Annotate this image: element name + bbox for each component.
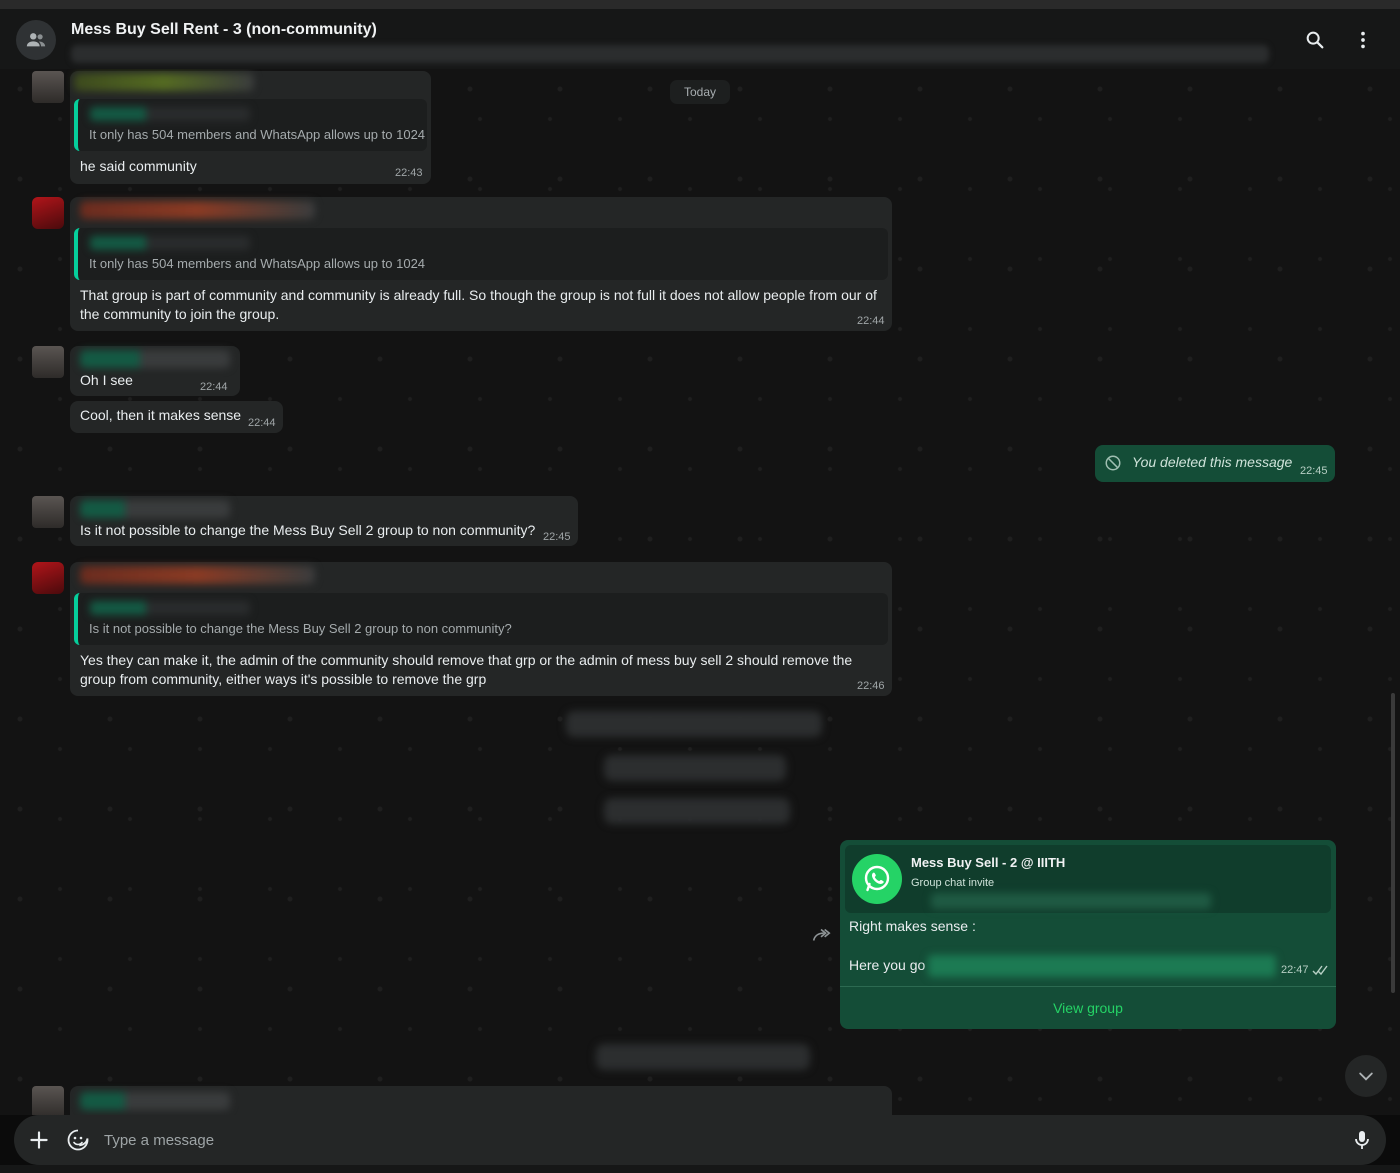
sticker-button[interactable]: [66, 1128, 90, 1152]
plus-icon: [30, 1131, 48, 1149]
system-notice-redacted: [596, 1044, 810, 1070]
forward-button[interactable]: [810, 924, 832, 946]
double-check-icon: [1312, 965, 1328, 976]
quoted-sender-redacted: [90, 601, 250, 615]
whatsapp-logo: [852, 854, 902, 904]
scroll-to-bottom-button[interactable]: [1345, 1055, 1387, 1097]
voice-message-button[interactable]: [1350, 1128, 1374, 1152]
message-time: 22:47: [1281, 964, 1309, 976]
message-time: 22:43: [395, 167, 423, 179]
quoted-message[interactable]: It only has 504 members and WhatsApp all…: [74, 228, 888, 280]
message-text: Right makes sense :: [849, 918, 976, 934]
quoted-sender-redacted: [90, 236, 250, 250]
quoted-text: It only has 504 members and WhatsApp all…: [89, 256, 426, 271]
date-divider: Today: [670, 80, 731, 104]
message-bubble[interactable]: [70, 1086, 892, 1115]
mic-icon: [1355, 1131, 1369, 1149]
message-time: 22:45: [1300, 465, 1328, 477]
message-bubble[interactable]: It only has 504 members and WhatsApp all…: [70, 197, 892, 331]
sender-name-redacted: [80, 1092, 230, 1110]
chevron-down-icon: [1359, 1072, 1373, 1081]
avatar[interactable]: [32, 562, 64, 594]
view-group-button[interactable]: View group: [840, 987, 1336, 1029]
search-button[interactable]: [1302, 27, 1328, 53]
message-text: Cool, then it makes sense: [80, 407, 242, 423]
deleted-message-text: You deleted this message: [1132, 454, 1293, 470]
avatar[interactable]: [32, 1086, 64, 1115]
attach-button[interactable]: [26, 1127, 52, 1153]
sender-name-redacted: [80, 500, 230, 518]
message-composer[interactable]: [14, 1115, 1386, 1165]
avatar[interactable]: [32, 346, 64, 378]
message-time: 22:44: [248, 417, 276, 429]
forward-icon: [812, 928, 831, 941]
deleted-message-bubble[interactable]: You deleted this message 22:45: [1095, 445, 1335, 482]
system-notice-redacted: [566, 711, 822, 737]
search-icon: [1306, 31, 1324, 49]
message-bubble[interactable]: Oh I see 22:44: [70, 346, 240, 396]
message-input[interactable]: [104, 1124, 1304, 1156]
window-top-strip: [0, 0, 1400, 9]
participants-list-redacted: [71, 45, 1269, 63]
chat-header[interactable]: Mess Buy Sell Rent - 3 (non-community): [0, 9, 1400, 69]
quoted-message[interactable]: It only has 504 members and WhatsApp all…: [74, 99, 427, 151]
invite-group-name: Mess Buy Sell - 2 @ IIITH: [911, 855, 1066, 870]
sender-name-redacted: [80, 350, 230, 368]
quoted-message[interactable]: Is it not possible to change the Mess Bu…: [74, 593, 888, 645]
message-bubble[interactable]: Cool, then it makes sense 22:44: [70, 401, 283, 433]
message-time: 22:44: [857, 315, 885, 327]
sender-name-redacted: [80, 566, 315, 584]
window-bottom-strip: [0, 1165, 1400, 1173]
message-text: he said community: [80, 158, 197, 174]
group-invite-message[interactable]: Mess Buy Sell - 2 @ IIITH Group chat inv…: [840, 840, 1336, 1029]
system-notice-redacted: [604, 755, 786, 781]
message-text: Here you go: [849, 957, 926, 973]
message-text: Oh I see: [80, 372, 133, 388]
message-text: That group is part of community and comm…: [80, 287, 877, 322]
message-text: Yes they can make it, the admin of the c…: [80, 652, 853, 687]
quoted-text: Is it not possible to change the Mess Bu…: [89, 621, 512, 636]
message-time: 22:45: [543, 531, 571, 543]
avatar[interactable]: [32, 71, 64, 103]
avatar[interactable]: [32, 197, 64, 229]
message-bubble[interactable]: It only has 504 members and WhatsApp all…: [70, 71, 431, 184]
group-invite-card[interactable]: Mess Buy Sell - 2 @ IIITH Group chat inv…: [845, 845, 1331, 913]
message-text: Is it not possible to change the Mess Bu…: [80, 522, 536, 538]
message-bubble[interactable]: Is it not possible to change the Mess Bu…: [70, 562, 892, 696]
message-time: 22:46: [857, 680, 885, 692]
group-icon: [26, 33, 46, 47]
quoted-text: It only has 504 members and WhatsApp all…: [89, 127, 426, 142]
invite-subtitle: Group chat invite: [911, 877, 995, 889]
menu-button[interactable]: [1350, 27, 1376, 53]
sticker-icon: [67, 1129, 89, 1151]
scrollbar[interactable]: [1391, 693, 1395, 993]
group-avatar[interactable]: [16, 20, 56, 60]
blocked-icon: [1105, 455, 1121, 471]
more-vertical-icon: [1361, 31, 1365, 49]
chat-title[interactable]: Mess Buy Sell Rent - 3 (non-community): [71, 21, 377, 39]
invite-description-redacted: [931, 893, 1211, 909]
quoted-sender-redacted: [90, 107, 250, 121]
sender-name-redacted: [80, 201, 315, 219]
message-bubble[interactable]: Is it not possible to change the Mess Bu…: [70, 496, 578, 546]
message-time: 22:44: [200, 381, 228, 393]
sender-name-redacted: [74, 73, 254, 91]
whatsapp-icon: [864, 865, 890, 892]
system-notice-redacted: [604, 798, 790, 824]
avatar[interactable]: [32, 496, 64, 528]
invite-link-redacted[interactable]: [928, 955, 1276, 977]
message-list[interactable]: Today It only has 504 members and WhatsA…: [0, 69, 1400, 1115]
